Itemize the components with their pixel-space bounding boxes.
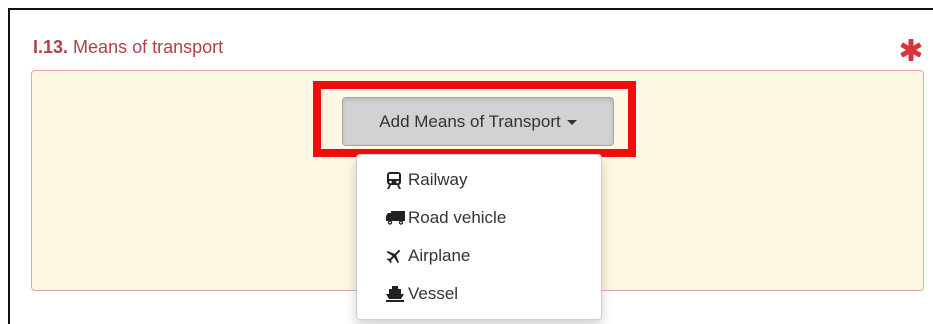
asterisk-icon [900,39,922,61]
caret-down-icon [566,120,577,125]
section-number: I.13. [33,37,69,57]
ship-icon [386,285,406,303]
menu-item-road-vehicle[interactable]: Road vehicle [357,199,601,237]
menu-item-railway[interactable]: Railway [357,161,601,199]
menu-item-label: Airplane [408,246,471,265]
plane-icon [386,247,406,265]
menu-item-label: Road vehicle [408,208,507,227]
transport-dropdown-menu: Railway Road vehicle Airplane Vessel [356,154,602,320]
train-icon [386,171,406,189]
truck-icon [386,209,406,227]
menu-item-vessel[interactable]: Vessel [357,275,601,313]
menu-item-label: Vessel [408,284,459,303]
menu-item-airplane[interactable]: Airplane [357,237,601,275]
menu-item-label: Railway [408,170,468,189]
section-label: Means of transport [73,37,224,57]
add-means-of-transport-button[interactable]: Add Means of Transport [342,97,614,146]
add-button-label: Add Means of Transport [379,111,561,131]
section-title: I.13. Means of transport [33,37,223,58]
